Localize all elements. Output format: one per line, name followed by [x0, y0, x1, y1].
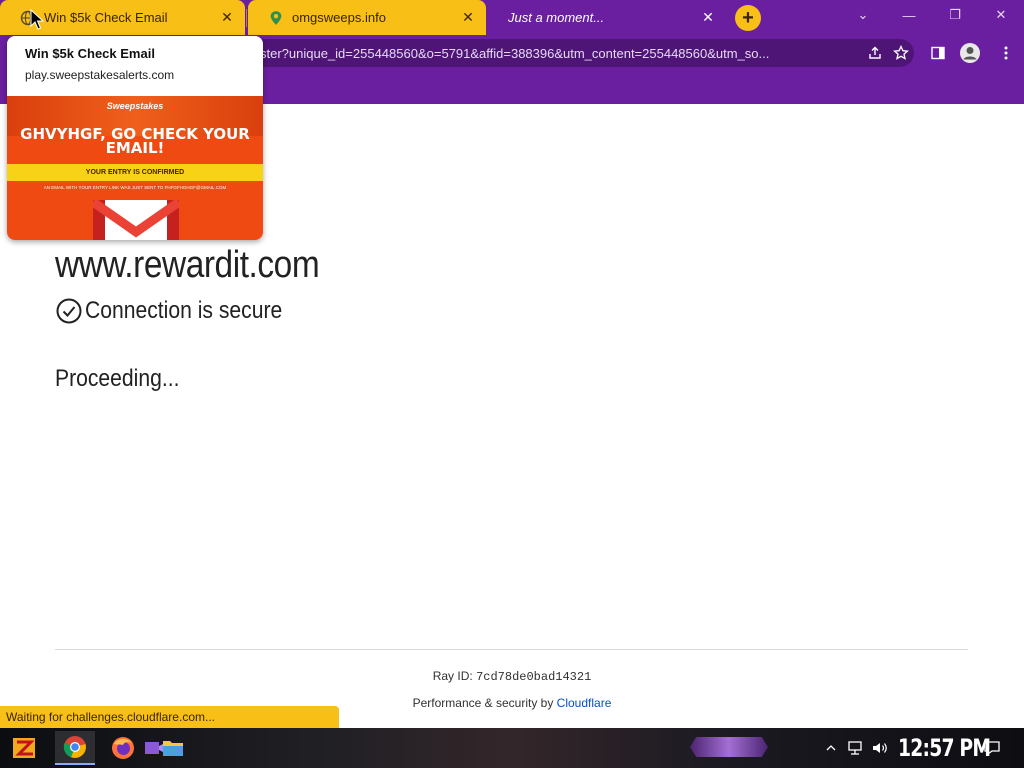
tab-close-button[interactable]: ✕ [460, 9, 476, 26]
chrome-icon [63, 736, 86, 758]
tab-hover-card: Win $5k Check Email play.sweepstakesaler… [7, 36, 263, 240]
tab-search-button[interactable]: ⌄ [840, 0, 886, 30]
taskbar-clock[interactable]: 12:57 PM [898, 732, 991, 764]
bookmark-star-icon[interactable] [888, 40, 914, 66]
tab-close-button[interactable]: ✕ [700, 9, 716, 26]
maximize-button[interactable]: ❐ [932, 0, 978, 30]
tab-title: Win $5k Check Email [44, 10, 168, 25]
tab-preview-thumbnail: Sweepstakes GHVYHGF, GO CHECK YOUR EMAIL… [7, 96, 263, 240]
performance-label: Performance & security by [412, 696, 554, 710]
mouse-cursor-icon [30, 9, 44, 30]
network-icon[interactable] [846, 737, 866, 759]
tab-just-a-moment[interactable]: Just a moment... ✕ [488, 0, 726, 35]
tab-divider [246, 9, 247, 27]
side-panel-icon[interactable] [925, 40, 951, 66]
status-bubble: Waiting for challenges.cloudflare.com... [0, 706, 339, 728]
file-explorer-icon [163, 741, 183, 756]
tab-title: omgsweeps.info [292, 10, 386, 25]
ray-id-label: Ray ID: [432, 669, 473, 683]
more-menu-icon[interactable] [993, 40, 1019, 66]
new-tab-button[interactable]: + [735, 5, 761, 31]
start-icon [13, 738, 35, 758]
cloudflare-link[interactable]: Cloudflare [557, 696, 612, 710]
taskbar-chrome[interactable] [55, 731, 95, 765]
close-window-button[interactable]: ✕ [978, 0, 1024, 30]
gmail-envelope-icon [93, 200, 179, 240]
share-icon[interactable] [862, 40, 888, 66]
firefox-icon [112, 737, 134, 759]
preview-brand-logo: Sweepstakes [106, 101, 164, 111]
footer-divider [55, 649, 968, 650]
connection-status: Connection is secure [55, 297, 309, 325]
minimize-button[interactable]: — [886, 0, 932, 30]
map-pin-icon [270, 10, 282, 25]
site-hostname: www.rewardit.com [55, 244, 320, 286]
hover-card-domain: play.sweepstakesalerts.com [25, 68, 175, 82]
hover-card-title: Win $5k Check Email [25, 46, 155, 61]
check-circle-icon [56, 298, 82, 324]
proceeding-text: Proceeding... [55, 365, 180, 392]
notifications-icon[interactable] [982, 737, 1002, 759]
tab-omgsweeps[interactable]: omgsweeps.info ✕ [248, 0, 486, 35]
address-url[interactable]: ster?unique_id=255448560&o=5791&affid=38… [260, 46, 862, 61]
volume-icon[interactable] [870, 737, 890, 759]
preview-confirmed-banner: YOUR ENTRY IS CONFIRMED [7, 164, 263, 181]
profile-avatar-icon[interactable] [957, 40, 983, 66]
tab-close-button[interactable]: ✕ [219, 9, 235, 26]
taskbar-decoration [690, 737, 768, 757]
preview-sent-note: AN EMAIL WITH YOUR ENTRY LINK WAS JUST S… [43, 185, 227, 190]
ray-id-value: 7cd78de0bad14321 [476, 670, 592, 684]
connection-secure-text: Connection is secure [85, 297, 283, 324]
address-bar[interactable]: ster?unique_id=255448560&o=5791&affid=38… [250, 39, 914, 67]
start-button[interactable] [5, 731, 45, 765]
chevron-up-icon[interactable] [824, 737, 838, 759]
tab-title: Just a moment... [508, 10, 605, 25]
taskbar-file-explorer[interactable] [153, 731, 193, 765]
ray-id-line: Ray ID: 7cd78de0bad14321 [0, 669, 1024, 684]
preview-headline: GHVYHGF, GO CHECK YOUR EMAIL! [20, 125, 250, 157]
